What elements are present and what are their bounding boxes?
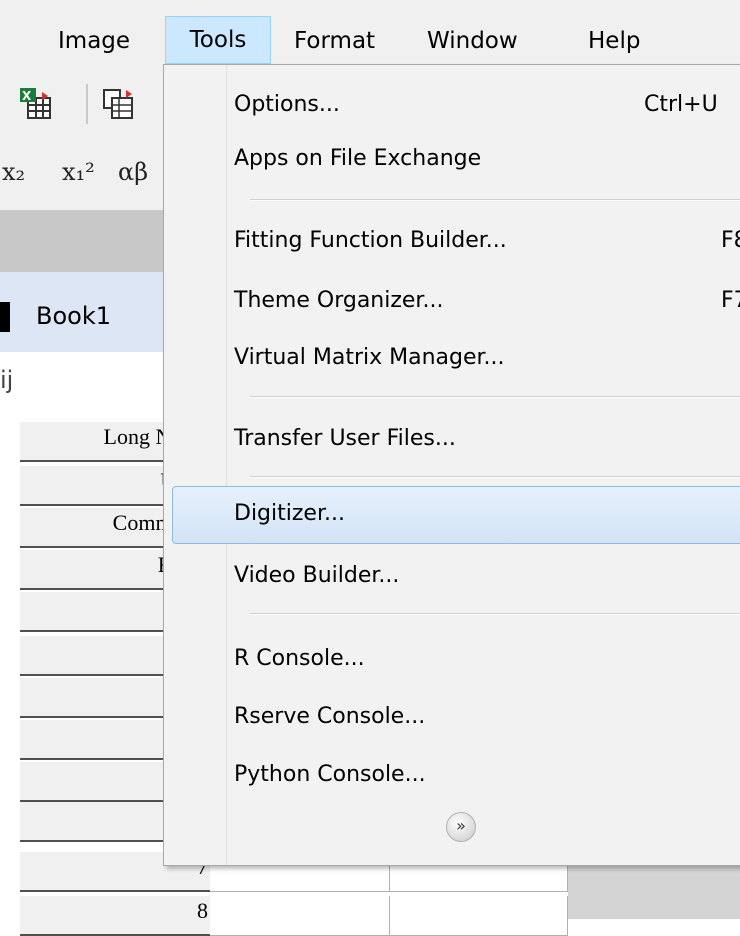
menu-item-label: Transfer User Files... <box>234 426 456 451</box>
menu-separator <box>250 199 740 201</box>
subscript-button[interactable]: x₂ <box>2 158 25 186</box>
menu-icon-gutter <box>164 65 227 865</box>
menu-item-apps-file-exchange[interactable]: Apps on File Exchange I <box>234 131 740 187</box>
book-toolbar-glyph: ij <box>0 366 14 394</box>
book-toolbar: ij <box>0 352 180 422</box>
book-icon <box>0 302 10 332</box>
menu-separator <box>250 476 740 478</box>
workspace-band <box>0 210 180 272</box>
menu-item-transfer-user-files[interactable]: Transfer User Files... <box>234 411 740 467</box>
menu-item-python-console[interactable]: Python Console... <box>234 747 740 803</box>
toolbar-format: x₂ x₁² αβ <box>0 140 180 210</box>
menu-image[interactable]: Image <box>58 18 130 64</box>
menu-item-fitting-function-builder[interactable]: Fitting Function Builder... F8 <box>234 213 740 269</box>
menu-item-label: Digitizer... <box>234 501 345 526</box>
copy-book-icon[interactable] <box>102 86 136 120</box>
menu-item-virtual-matrix-manager[interactable]: Virtual Matrix Manager... <box>234 330 740 386</box>
menu-item-label: Python Console... <box>234 762 426 787</box>
tools-dropdown-menu: Options... Ctrl+U Apps on File Exchange … <box>163 64 740 866</box>
menu-window[interactable]: Window <box>427 18 518 64</box>
menu-item-video-builder[interactable]: Video Builder... <box>234 548 740 604</box>
menu-help[interactable]: Help <box>588 18 640 64</box>
menu-item-digitizer[interactable]: Digitizer... <box>234 486 740 542</box>
menu-item-label: Options... <box>234 92 340 117</box>
greek-button[interactable]: αβ <box>118 158 148 186</box>
menu-item-shortcut: F8 <box>721 228 740 253</box>
row-header[interactable]: 8 <box>20 896 210 936</box>
menu-separator <box>250 613 740 615</box>
menu-tools[interactable]: Tools <box>165 16 271 64</box>
menu-separator <box>250 396 740 398</box>
toolbar-standard: X <box>0 70 180 140</box>
menu-item-theme-organizer[interactable]: Theme Organizer... F7 <box>234 273 740 329</box>
menu-item-label: Video Builder... <box>234 563 400 588</box>
menu-item-label: Fitting Function Builder... <box>234 228 507 253</box>
menu-item-label: Rserve Console... <box>234 704 426 729</box>
menu-item-label: Theme Organizer... <box>234 288 444 313</box>
menu-item-rserve-console[interactable]: Rserve Console... <box>234 689 740 745</box>
expand-menu-chevron-icon[interactable]: » <box>446 812 476 842</box>
menu-item-label: R Console... <box>234 646 365 671</box>
menu-format[interactable]: Format <box>294 18 375 64</box>
menu-item-label: Virtual Matrix Manager... <box>234 345 505 370</box>
menu-item-options[interactable]: Options... Ctrl+U <box>234 77 740 133</box>
menu-item-shortcut: Ctrl+U <box>644 92 718 117</box>
svg-text:X: X <box>22 89 32 103</box>
menu-item-shortcut: F7 <box>721 288 740 313</box>
book-title: Book1 <box>36 302 111 330</box>
menubar: Image Tools Format Window Help <box>0 0 740 70</box>
worksheet-cell[interactable] <box>390 896 568 936</box>
menu-item-label: Apps on File Exchange <box>234 146 482 171</box>
import-excel-icon[interactable]: X <box>18 86 52 120</box>
superscript-button[interactable]: x₁² <box>62 158 95 186</box>
book-window-title[interactable]: Book1 <box>0 272 180 353</box>
menu-item-r-console[interactable]: R Console... <box>234 631 740 687</box>
toolbar-separator <box>86 84 88 124</box>
worksheet-cell[interactable] <box>210 896 390 936</box>
